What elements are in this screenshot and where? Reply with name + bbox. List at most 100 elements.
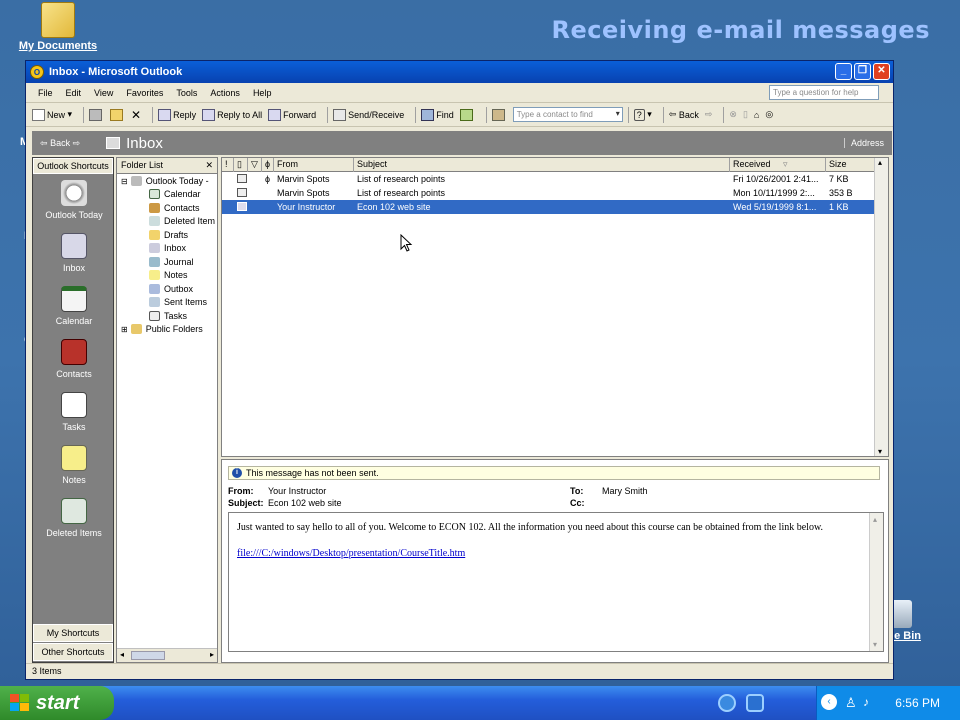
start-button[interactable]: start <box>0 686 114 720</box>
folder-notes[interactable]: Notes <box>149 270 188 280</box>
address-book-button[interactable] <box>491 108 507 121</box>
stop-icon: ⊗ <box>729 109 737 119</box>
reply-button[interactable]: Reply <box>158 108 196 121</box>
to-value: Mary Smith <box>602 486 648 496</box>
folder-public-folders[interactable]: ⊞ Public Folders <box>121 324 203 334</box>
network-icon[interactable]: ♙ <box>845 695 857 711</box>
folder-inbox[interactable]: Inbox <box>149 243 186 253</box>
scroll-down-icon[interactable]: ▾ <box>873 638 877 651</box>
expand-icon[interactable]: ⊞ <box>121 325 128 334</box>
help-button[interactable]: ? ▾ <box>633 108 652 121</box>
shortcut-outlook-today[interactable]: Outlook Today <box>33 180 115 220</box>
help-question-input[interactable]: Type a question for help <box>769 85 879 100</box>
address-bar-label[interactable]: Address <box>843 138 884 148</box>
shortcut-notes[interactable]: Notes <box>33 445 115 485</box>
importance-column-icon[interactable]: ! <box>222 158 234 172</box>
chevron-down-icon[interactable]: ▾ <box>616 109 620 118</box>
folder-sent-items[interactable]: Sent Items <box>149 297 207 307</box>
message-row[interactable]: ɸ Marvin Spots List of research points F… <box>222 172 888 186</box>
menu-view[interactable]: View <box>94 88 113 98</box>
scroll-up-icon[interactable]: ▴ <box>878 158 882 167</box>
close-button[interactable]: ✕ <box>873 63 890 80</box>
menu-file[interactable]: File <box>38 88 53 98</box>
my-shortcuts-button[interactable]: My Shortcuts <box>33 624 113 642</box>
web-forward-button[interactable]: ⇨ <box>705 109 713 120</box>
course-link[interactable]: file:///C:/windows/Desktop/presentation/… <box>237 548 465 559</box>
column-size[interactable]: Size <box>826 158 876 172</box>
print-button[interactable] <box>89 108 104 121</box>
scroll-thumb[interactable] <box>131 651 165 660</box>
move-to-folder-button[interactable] <box>110 108 125 121</box>
message-row-selected[interactable]: Your Instructor Econ 102 web site Wed 5/… <box>222 200 888 214</box>
internet-explorer-icon[interactable] <box>718 694 736 712</box>
new-button[interactable]: New ▾ <box>32 108 72 121</box>
scroll-up-icon[interactable]: ▴ <box>873 513 877 526</box>
calendar-icon <box>149 189 160 199</box>
forward-button[interactable]: Forward <box>268 108 316 121</box>
other-shortcuts-button[interactable]: Other Shortcuts <box>33 643 113 661</box>
toolbar-separator <box>723 106 725 123</box>
scroll-down-icon[interactable]: ▾ <box>878 447 882 456</box>
restore-button[interactable]: ❐ <box>854 63 871 80</box>
web-back-button[interactable]: ⇦ Back <box>669 109 699 120</box>
home-button[interactable]: ⌂ <box>754 110 759 120</box>
reading-pane: i This message has not been sent. From: Y… <box>221 459 889 663</box>
shortcut-calendar[interactable]: Calendar <box>33 286 115 326</box>
folder-list-scrollbar[interactable]: ◂ ▸ <box>117 648 217 662</box>
folder-tasks[interactable]: Tasks <box>149 311 187 321</box>
clock[interactable]: 6:56 PM <box>895 696 940 710</box>
flag-column-icon[interactable]: ▽ <box>248 158 262 172</box>
menu-tools[interactable]: Tools <box>176 88 197 98</box>
toolbar-separator <box>662 106 664 123</box>
message-body[interactable]: Just wanted to say hello to all of you. … <box>228 512 884 652</box>
folder-back-button[interactable]: ⇦ Back ⇨ <box>40 138 80 149</box>
shortcut-inbox[interactable]: Inbox <box>33 233 115 273</box>
menu-edit[interactable]: Edit <box>66 88 82 98</box>
tray-expand-icon[interactable]: ‹ <box>821 694 837 710</box>
scroll-right-icon[interactable]: ▸ <box>210 650 214 659</box>
scroll-left-icon[interactable]: ◂ <box>120 650 124 659</box>
column-received[interactable]: Received ▿ <box>730 158 826 172</box>
send-receive-button[interactable]: Send/Receive <box>333 108 404 121</box>
message-row[interactable]: Marvin Spots List of research points Mon… <box>222 186 888 200</box>
folder-journal[interactable]: Journal <box>149 257 194 267</box>
folder-outlook-today[interactable]: ⊟ Outlook Today - <box>121 176 209 186</box>
folder-deleted-items[interactable]: Deleted Item <box>149 216 215 226</box>
stop-button[interactable]: ⊗ <box>729 109 737 120</box>
type-column-icon[interactable]: ▯ <box>234 158 248 172</box>
column-subject[interactable]: Subject <box>354 158 730 172</box>
inbox-icon <box>106 137 121 149</box>
folder-contacts[interactable]: Contacts <box>149 203 200 213</box>
menu-favorites[interactable]: Favorites <box>126 88 163 98</box>
reply-all-button[interactable]: Reply to All <box>202 108 262 121</box>
search-web-button[interactable]: ◎ <box>765 109 773 120</box>
desktop-icon-label: le Bin <box>891 630 921 642</box>
folder-drafts[interactable]: Drafts <box>149 230 188 240</box>
shortcut-tasks[interactable]: Tasks <box>33 392 115 432</box>
menu-actions[interactable]: Actions <box>210 88 240 98</box>
minimize-button[interactable]: _ <box>835 63 852 80</box>
message-list-scrollbar[interactable]: ▴ ▾ <box>874 158 888 456</box>
close-icon[interactable]: ✕ <box>205 158 213 173</box>
shortcut-deleted-items[interactable]: Deleted Items <box>33 498 115 538</box>
volume-icon[interactable]: ♪ <box>863 695 869 709</box>
delete-button[interactable]: ✕ <box>131 108 141 122</box>
outlook-shortcuts-header[interactable]: Outlook Shortcuts <box>33 158 113 174</box>
refresh-button[interactable]: ▯ <box>743 109 748 120</box>
contact-find-input[interactable]: Type a contact to find ▾ <box>512 107 623 122</box>
menu-help[interactable]: Help <box>253 88 272 98</box>
notes-icon <box>61 445 87 471</box>
attachment-column-icon[interactable]: ɸ <box>262 158 274 172</box>
find-button[interactable]: Find <box>421 108 454 121</box>
folder-outbox[interactable]: Outbox <box>149 284 193 294</box>
folder-calendar[interactable]: Calendar <box>149 189 201 199</box>
message-body-scrollbar[interactable]: ▴ ▾ <box>869 513 883 651</box>
journal-icon <box>149 257 160 267</box>
title-bar[interactable]: O Inbox - Microsoft Outlook _ ❐ ✕ <box>26 61 893 83</box>
desktop-icon-my-documents[interactable]: My Documents <box>10 2 106 52</box>
column-from[interactable]: From <box>274 158 354 172</box>
shortcut-contacts[interactable]: Contacts <box>33 339 115 379</box>
outlook-quicklaunch-icon[interactable] <box>746 694 764 712</box>
collapse-icon[interactable]: ⊟ <box>121 177 128 186</box>
organize-button[interactable] <box>459 108 475 121</box>
